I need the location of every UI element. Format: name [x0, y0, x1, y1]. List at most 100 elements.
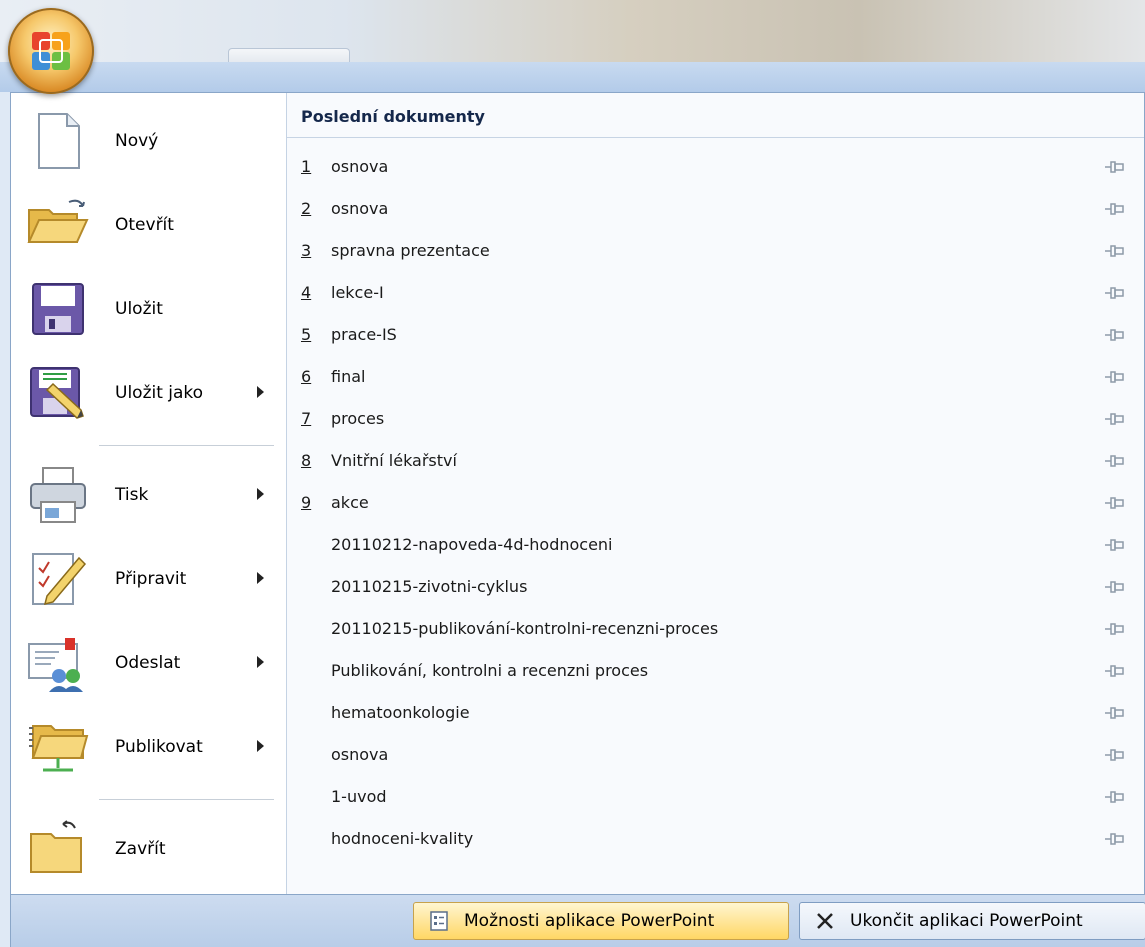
submenu-arrow-icon: [257, 740, 264, 752]
new-document-icon: [38, 113, 80, 169]
exit-powerpoint-button[interactable]: Ukončit aplikaci PowerPoint: [799, 902, 1145, 940]
recent-document-number: 1: [301, 157, 312, 176]
recent-documents-title: Poslední dokumenty: [301, 107, 485, 126]
pin-icon[interactable]: [1103, 284, 1125, 302]
recent-document-name: osnova: [331, 745, 389, 764]
menu-item-new[interactable]: Nový: [25, 101, 275, 181]
menu-item-label: Nový: [115, 131, 159, 151]
menu-item-label: Uložit jako: [115, 383, 204, 403]
recent-document-name: 1-uvod: [331, 787, 387, 806]
prepare-pencil-icon: [32, 553, 87, 606]
recent-document-item[interactable]: 7 proces: [287, 399, 1144, 439]
save-as-icon: [30, 367, 84, 419]
recent-document-item[interactable]: 2 osnova: [287, 189, 1144, 229]
recent-document-number: 6: [301, 367, 312, 386]
divider: [99, 799, 274, 800]
recent-document-number: 2: [301, 199, 312, 218]
submenu-arrow-icon: [257, 386, 264, 398]
recent-document-name: hodnoceni-kvality: [331, 829, 474, 848]
pin-icon[interactable]: [1103, 158, 1125, 176]
recent-document-number: 4: [301, 283, 312, 302]
recent-document-number: 8: [301, 451, 312, 470]
recent-document-name: lekce-I: [331, 283, 384, 302]
recent-document-item[interactable]: 5 prace-IS: [287, 315, 1144, 355]
menu-item-label: Odeslat: [115, 653, 181, 673]
recent-document-item[interactable]: 1-uvod: [287, 777, 1144, 817]
recent-document-item[interactable]: hematoonkologie: [287, 693, 1144, 733]
submenu-arrow-icon: [257, 572, 264, 584]
recent-document-name: proces: [331, 409, 385, 428]
recent-document-item[interactable]: 20110215-publikování-kontrolni-recenzni-…: [287, 609, 1144, 649]
command-pane: Nový Otevřít Uložit Uložit jako Tisk Při…: [11, 93, 287, 894]
pin-icon[interactable]: [1103, 326, 1125, 344]
recent-document-item[interactable]: 9 akce: [287, 483, 1144, 523]
save-disk-icon: [32, 283, 84, 335]
pin-icon[interactable]: [1103, 452, 1125, 470]
recent-document-name: 20110215-zivotni-cyklus: [331, 577, 528, 596]
ribbon-tab-edge: [228, 48, 350, 63]
menu-item-print[interactable]: Tisk: [25, 455, 275, 535]
recent-document-name: osnova: [331, 199, 389, 218]
office-logo-icon: [32, 32, 70, 70]
menu-item-label: Tisk: [115, 485, 149, 505]
pin-icon[interactable]: [1103, 620, 1125, 638]
recent-document-item[interactable]: 6 final: [287, 357, 1144, 397]
close-folder-icon: [30, 820, 82, 873]
menu-item-save[interactable]: Uložit: [25, 269, 275, 349]
recent-document-number: 9: [301, 493, 312, 512]
close-icon: [817, 913, 833, 929]
office-button[interactable]: [8, 8, 94, 94]
menu-item-label: Otevřít: [115, 215, 174, 235]
recent-document-item[interactable]: 3 spravna prezentace: [287, 231, 1144, 271]
pin-icon[interactable]: [1103, 200, 1125, 218]
recent-document-item[interactable]: osnova: [287, 735, 1144, 775]
menu-item-label: Zavřít: [115, 839, 166, 859]
recent-document-name: akce: [331, 493, 369, 512]
menu-item-open[interactable]: Otevřít: [25, 185, 275, 265]
quick-access-strip: [0, 62, 1145, 92]
publish-folder-icon: [29, 725, 89, 772]
menu-item-publish[interactable]: Publikovat: [25, 707, 275, 787]
pin-icon[interactable]: [1103, 410, 1125, 428]
pin-icon[interactable]: [1103, 746, 1125, 764]
open-folder-icon: [27, 199, 89, 243]
recent-document-name: final: [331, 367, 366, 386]
pin-icon[interactable]: [1103, 536, 1125, 554]
powerpoint-options-button[interactable]: Možnosti aplikace PowerPoint: [413, 902, 789, 940]
recent-document-item[interactable]: hodnoceni-kvality: [287, 819, 1144, 859]
menu-item-send[interactable]: Odeslat: [25, 623, 275, 703]
menu-item-close[interactable]: Zavřít: [25, 809, 275, 889]
pin-icon[interactable]: [1103, 704, 1125, 722]
recent-document-name: 20110215-publikování-kontrolni-recenzni-…: [331, 619, 719, 638]
recent-document-name: prace-IS: [331, 325, 397, 344]
recent-document-item[interactable]: 4 lekce-I: [287, 273, 1144, 313]
pin-icon[interactable]: [1103, 494, 1125, 512]
recent-document-name: Vnitřní lékařství: [331, 451, 457, 470]
menu-item-label: Připravit: [115, 569, 187, 589]
divider: [99, 445, 274, 446]
pin-icon[interactable]: [1103, 788, 1125, 806]
printer-icon: [30, 467, 86, 523]
recent-document-name: osnova: [331, 157, 389, 176]
recent-document-item[interactable]: 8 Vnitřní lékařství: [287, 441, 1144, 481]
recent-document-item[interactable]: 1 osnova: [287, 147, 1144, 187]
menu-item-label: Uložit: [115, 299, 163, 319]
title-bar: [0, 0, 1145, 63]
menu-item-label: Publikovat: [115, 737, 203, 757]
pin-icon[interactable]: [1103, 662, 1125, 680]
pin-icon[interactable]: [1103, 830, 1125, 848]
recent-document-number: 7: [301, 409, 312, 428]
pin-icon[interactable]: [1103, 368, 1125, 386]
pin-icon[interactable]: [1103, 242, 1125, 260]
menu-item-save-as[interactable]: Uložit jako: [25, 353, 275, 433]
office-menu: Nový Otevřít Uložit Uložit jako Tisk Při…: [10, 92, 1145, 895]
submenu-arrow-icon: [257, 488, 264, 500]
recent-document-item[interactable]: Publikování, kontrolni a recenzni proces: [287, 651, 1144, 691]
pin-icon[interactable]: [1103, 578, 1125, 596]
recent-document-item[interactable]: 20110215-zivotni-cyklus: [287, 567, 1144, 607]
menu-item-prepare[interactable]: Připravit: [25, 539, 275, 619]
recent-document-item[interactable]: 20110212-napoveda-4d-hodnoceni: [287, 525, 1144, 565]
recent-document-name: Publikování, kontrolni a recenzni proces: [331, 661, 649, 680]
send-icon: [28, 638, 83, 692]
exit-label: Ukončit aplikaci PowerPoint: [850, 911, 1083, 931]
